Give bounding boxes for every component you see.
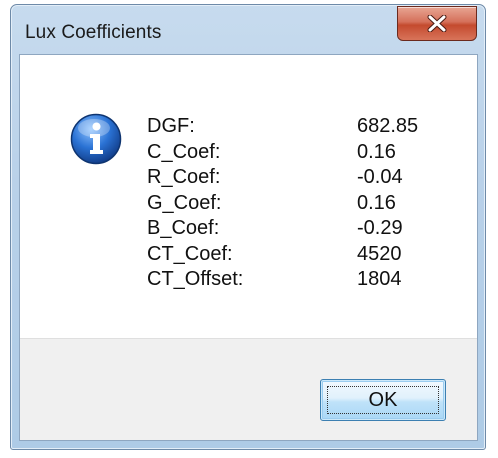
coefficient-value: 682.85 <box>357 115 419 137</box>
coefficient-label: DGF: <box>147 115 195 137</box>
coefficient-label: B_Coef: <box>147 217 220 239</box>
title-bar[interactable]: Lux Coefficients <box>11 5 485 55</box>
ok-button[interactable]: OK <box>320 379 446 421</box>
coefficient-value: -0.04 <box>357 166 403 188</box>
coefficient-value: 4520 <box>357 242 402 265</box>
coefficient-label: G_Coef: <box>147 191 222 214</box>
dialog-window: Lux Coefficients DGF: 682.85 C_Coef: 0.1… <box>10 4 486 450</box>
coefficient-label: C_Coef: <box>147 140 221 163</box>
dialog-client-area: DGF: 682.85 C_Coef: 0.16 R_Coef: -0.04 G… <box>19 54 478 441</box>
close-button[interactable] <box>397 6 477 41</box>
coefficient-label: CT_Offset: <box>147 268 244 290</box>
close-icon <box>427 15 447 32</box>
coefficient-value: -0.29 <box>357 217 403 239</box>
information-icon <box>70 113 122 165</box>
message-area: DGF: 682.85 C_Coef: 0.16 R_Coef: -0.04 G… <box>20 55 477 338</box>
button-bar: OK <box>20 338 477 440</box>
coefficient-value: 0.16 <box>357 191 396 214</box>
coefficient-label: CT_Coef: <box>147 242 233 265</box>
coefficient-value: 0.16 <box>357 140 396 163</box>
ok-button-label: OK <box>368 388 398 411</box>
window-title: Lux Coefficients <box>25 22 162 43</box>
coefficient-label: R_Coef: <box>147 166 221 188</box>
coefficient-value: 1804 <box>357 268 402 290</box>
